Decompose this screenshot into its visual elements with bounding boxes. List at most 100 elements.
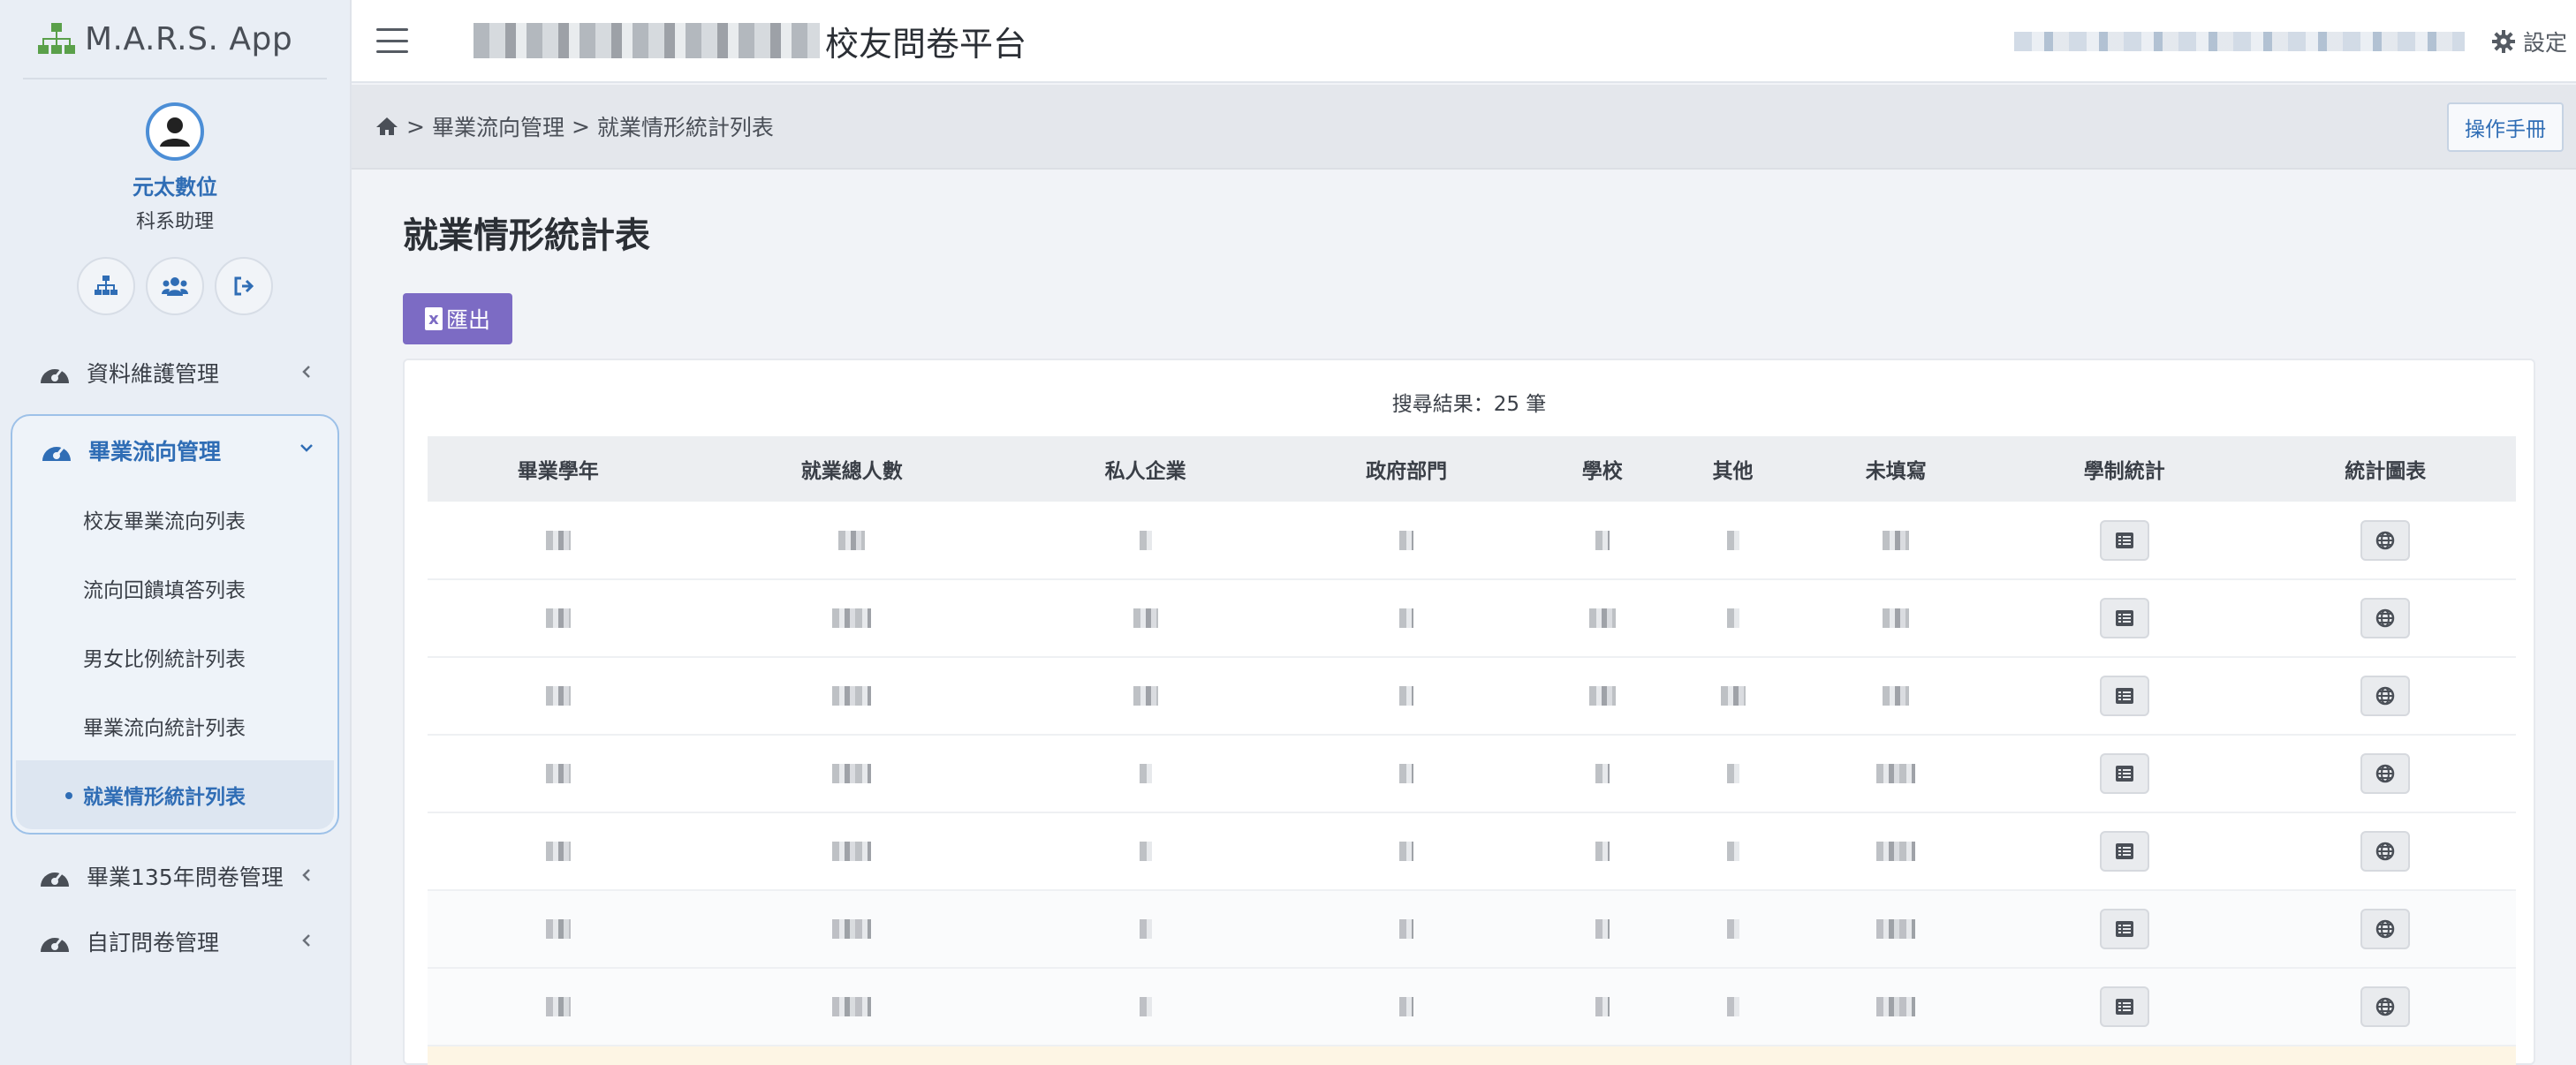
table-cell [1537, 657, 1668, 735]
redacted-value [838, 530, 866, 550]
sidebar-subitem-flow-stats-list[interactable]: 畢業流向統計列表 [12, 691, 337, 760]
table-cell [428, 502, 689, 579]
sidebar-item-label: 畢業流向管理 [88, 439, 222, 465]
chevron-left-icon [302, 934, 310, 947]
settings-link[interactable]: 設定 [2491, 26, 2567, 57]
sidebar-item-custom-survey[interactable]: 自訂問卷管理 [0, 909, 350, 974]
export-button[interactable]: x 匯出 [403, 293, 512, 344]
school-system-stats-button[interactable] [2099, 831, 2149, 872]
table-cell [1015, 812, 1277, 890]
school-system-stats-button[interactable] [2099, 909, 2149, 949]
redacted-value [1595, 764, 1610, 783]
table-cell [1798, 968, 1994, 1046]
table-cell [1668, 1046, 1799, 1065]
export-label: 匯出 [445, 307, 490, 333]
column-header[interactable]: 其他 [1668, 436, 1799, 502]
table-cell [1015, 735, 1277, 812]
redacted-value [1595, 997, 1610, 1016]
table-cell [689, 968, 1015, 1046]
chevron-down-icon [300, 444, 313, 452]
school-system-stats-button[interactable] [2099, 676, 2149, 716]
table-cell [1015, 657, 1277, 735]
table-row [428, 968, 2516, 1046]
breadcrumb-item[interactable]: 畢業流向管理 [432, 110, 564, 142]
stats-chart-button[interactable] [2360, 831, 2411, 872]
table-cell [1015, 1046, 1277, 1065]
table-cell [1668, 968, 1799, 1046]
stats-chart-button[interactable] [2360, 519, 2411, 561]
school-system-stats-button[interactable] [2099, 986, 2149, 1027]
table-cell [1276, 968, 1537, 1046]
sidebar-item-data-maintenance[interactable]: 資料維護管理 [0, 340, 350, 405]
user-actions [0, 257, 350, 315]
school-system-stats-button[interactable] [2099, 598, 2149, 638]
hamburger-menu-icon[interactable] [376, 28, 408, 53]
redacted-value [1399, 608, 1414, 628]
list-icon [2115, 843, 2133, 859]
redacted-value [1726, 764, 1739, 783]
table-cell [1276, 735, 1537, 812]
column-header[interactable]: 學校 [1537, 436, 1668, 502]
table-cell [2255, 812, 2517, 890]
table-cell [1668, 735, 1799, 812]
stats-chart-button[interactable] [2360, 909, 2411, 949]
user-icon [154, 110, 196, 153]
column-header[interactable]: 畢業學年 [428, 436, 689, 502]
redacted-value [832, 686, 872, 706]
table-cell [689, 890, 1015, 968]
table-cell [428, 657, 689, 735]
sidebar: M.A.R.S. App 元太數位 科系助理 資料維護管理 畢業流向管理 校友畢… [0, 0, 352, 1065]
column-header[interactable]: 未填寫 [1798, 436, 1994, 502]
table-cell [1537, 579, 1668, 657]
redacted-value [1876, 764, 1916, 783]
school-system-stats-button[interactable] [2099, 753, 2149, 794]
redacted-value [545, 842, 571, 861]
table-cell [1668, 812, 1799, 890]
excel-icon: x [424, 307, 443, 330]
redacted-value [1726, 919, 1739, 939]
school-system-stats-button[interactable] [2099, 519, 2149, 561]
sidebar-subitem-gender-ratio-list[interactable]: 男女比例統計列表 [12, 623, 337, 691]
redacted-user-info [2013, 32, 2465, 51]
sidebar-group-graduation-flow: 畢業流向管理 校友畢業流向列表 流向回饋填答列表 男女比例統計列表 畢業流向統計… [11, 414, 339, 835]
redacted-value [1133, 686, 1158, 706]
globe-icon [2376, 686, 2395, 706]
logout-button[interactable] [215, 257, 273, 315]
sidebar-subitem-flow-feedback-list[interactable]: 流向回饋填答列表 [12, 554, 337, 623]
table-cell [1015, 502, 1277, 579]
table-cell [689, 579, 1015, 657]
column-header[interactable]: 私人企業 [1015, 436, 1277, 502]
column-header[interactable]: 就業總人數 [689, 436, 1015, 502]
stats-chart-button[interactable] [2360, 598, 2411, 638]
settings-label: 設定 [2522, 30, 2567, 56]
sidebar-subitem-employment-stats-list[interactable]: 就業情形統計列表 [16, 760, 334, 829]
stats-chart-button[interactable] [2360, 676, 2411, 716]
table-cell [1276, 890, 1537, 968]
stats-chart-button[interactable] [2360, 753, 2411, 794]
avatar [146, 102, 204, 161]
table-cell [428, 890, 689, 968]
users-button[interactable] [146, 257, 204, 315]
user-block: 元太數位 科系助理 [0, 79, 350, 315]
redacted-value [1883, 686, 1910, 706]
redacted-value [545, 530, 571, 550]
org-chart-button[interactable] [77, 257, 135, 315]
sidebar-item-survey-135[interactable]: 畢業135年問卷管理 [0, 843, 350, 909]
brand[interactable]: M.A.R.S. App [0, 0, 350, 78]
dashboard-gauge-icon [41, 872, 69, 887]
user-manual-button[interactable]: 操作手冊 [2447, 102, 2564, 152]
home-icon[interactable] [375, 116, 399, 137]
table-row [428, 890, 2516, 968]
redacted-value [1883, 530, 1910, 550]
user-role: 科系助理 [135, 211, 214, 233]
table-cell [1537, 735, 1668, 812]
table-cell [2255, 502, 2517, 579]
sidebar-subitem-alumni-flow-list[interactable]: 校友畢業流向列表 [12, 485, 337, 554]
redacted-value [545, 764, 571, 783]
sidebar-item-graduation-flow[interactable]: 畢業流向管理 [12, 416, 337, 485]
chevron-left-icon [302, 366, 310, 378]
column-header[interactable]: 政府部門 [1276, 436, 1537, 502]
globe-icon [2376, 764, 2395, 783]
redacted-value [1876, 919, 1916, 939]
stats-chart-button[interactable] [2360, 986, 2411, 1027]
